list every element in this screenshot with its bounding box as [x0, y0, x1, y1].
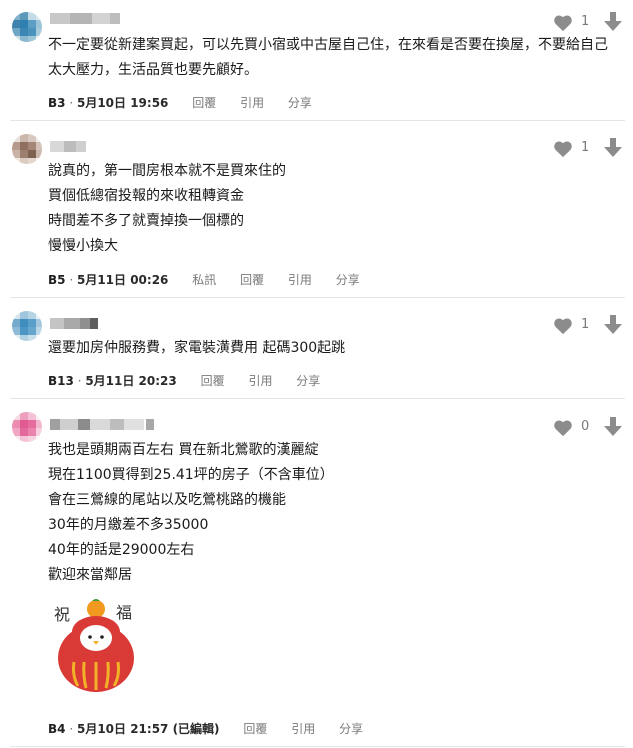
- arrow-down-icon: [604, 12, 622, 31]
- meta-separator: ·: [69, 722, 77, 736]
- divider: [10, 398, 625, 399]
- like-count: 1: [581, 140, 590, 155]
- meta-separator: ·: [69, 273, 77, 287]
- floor-label[interactable]: B4: [48, 722, 66, 736]
- reply-button[interactable]: 回覆: [201, 374, 225, 388]
- arrow-down-icon: [604, 315, 622, 334]
- divider: [10, 297, 625, 298]
- comment-date: 5月11日 20:23: [85, 374, 177, 388]
- share-button[interactable]: 分享: [288, 96, 312, 110]
- quote-button[interactable]: 引用: [291, 722, 315, 736]
- avatar[interactable]: [12, 134, 42, 164]
- downvote-button[interactable]: [604, 138, 624, 160]
- arrow-down-icon: [604, 417, 622, 436]
- like-count: 1: [581, 317, 590, 332]
- meta-separator: ·: [69, 96, 77, 110]
- comment-line: 不一定要從新建案買起，可以先買小宿或中古屋自己住，在來看是否要在換屋，不要給自己: [48, 37, 608, 53]
- reply-button[interactable]: 回覆: [192, 96, 216, 110]
- comment-meta: B13 · 5月11日 20:23 回覆 引用 分享: [48, 372, 320, 389]
- reply-button[interactable]: 回覆: [240, 273, 264, 287]
- quote-button[interactable]: 引用: [288, 273, 312, 287]
- heart-icon: [554, 420, 572, 437]
- heart-icon: [554, 318, 572, 335]
- comment-line: 還要加房仲服務費，家電裝潢費用 起碼300起跳: [48, 340, 346, 356]
- downvote-button[interactable]: [604, 417, 624, 439]
- comment-date: 5月10日 21:57 (已編輯): [76, 722, 220, 736]
- avatar[interactable]: [12, 12, 42, 42]
- floor-label[interactable]: B3: [48, 96, 66, 110]
- avatar[interactable]: [12, 412, 42, 442]
- like-button[interactable]: 1: [553, 13, 593, 33]
- like-count: 0: [581, 419, 590, 434]
- sticker-char-left: 祝: [54, 605, 70, 624]
- share-button[interactable]: 分享: [296, 374, 320, 388]
- comment-body: 說真的，第一間房根本就不是買來住的 買個低總宿投報的來收租轉資金 時間差不多了就…: [48, 159, 628, 259]
- comment-line: 買個低總宿投報的來收租轉資金: [48, 188, 244, 204]
- comment-body: 我也是頭期兩百左右 買在新北鶯歌的漢麗綻 現在1100買得到25.41坪的房子（…: [48, 438, 628, 588]
- comment-line: 慢慢小換大: [48, 238, 118, 254]
- avatar[interactable]: [12, 311, 42, 341]
- comment-line: 40年的話是29000左右: [48, 542, 195, 558]
- comment-line: 說真的，第一間房根本就不是買來住的: [48, 163, 286, 179]
- downvote-button[interactable]: [604, 12, 624, 34]
- comment-line: 30年的月繳差不多35000: [48, 517, 209, 533]
- share-button[interactable]: 分享: [339, 722, 363, 736]
- floor-label[interactable]: B5: [48, 273, 66, 287]
- heart-icon: [554, 15, 572, 32]
- daruma-sticker: 祝 福: [54, 599, 134, 692]
- comment-meta: B5 · 5月11日 00:26 私訊 回覆 引用 分享: [48, 271, 360, 288]
- floor-label[interactable]: B13: [48, 374, 74, 388]
- comment-date: 5月11日 00:26: [76, 273, 169, 287]
- comment-body: 不一定要從新建案買起，可以先買小宿或中古屋自己住，在來看是否要在換屋，不要給自己…: [48, 33, 628, 83]
- share-button[interactable]: 分享: [336, 273, 360, 287]
- comment-line: 歡迎來當鄰居: [48, 567, 132, 583]
- comment-body: 還要加房仲服務費，家電裝潢費用 起碼300起跳: [48, 336, 628, 361]
- comment-meta: B4 · 5月10日 21:57 (已編輯) 回覆 引用 分享: [48, 720, 363, 737]
- comment-line: 太大壓力，生活品質也要先顧好。: [48, 62, 258, 78]
- heart-icon: [554, 141, 572, 158]
- downvote-button[interactable]: [604, 315, 624, 337]
- comment-date: 5月10日 19:56: [76, 96, 169, 110]
- comment-line: 現在1100買得到25.41坪的房子（不含車位）: [48, 467, 334, 483]
- like-button[interactable]: 1: [553, 139, 593, 159]
- quote-button[interactable]: 引用: [248, 374, 272, 388]
- sticker-char-right: 福: [116, 603, 132, 622]
- like-count: 1: [581, 14, 590, 29]
- message-button[interactable]: 私訊: [192, 273, 216, 287]
- quote-button[interactable]: 引用: [240, 96, 264, 110]
- like-button[interactable]: 0: [553, 418, 593, 438]
- reply-button[interactable]: 回覆: [243, 722, 267, 736]
- comment-line: 我也是頭期兩百左右 買在新北鶯歌的漢麗綻: [48, 442, 319, 458]
- divider: [10, 120, 625, 121]
- comment-line: 時間差不多了就賣掉換一個標的: [48, 213, 244, 229]
- comment-meta: B3 · 5月10日 19:56 回覆 引用 分享: [48, 94, 312, 111]
- divider: [10, 746, 625, 747]
- sticker-image: 祝 福: [48, 596, 148, 696]
- comment-line: 會在三鶯線的尾站以及吃鶯桃路的機能: [48, 492, 286, 508]
- like-button[interactable]: 1: [553, 316, 593, 336]
- arrow-down-icon: [604, 138, 622, 157]
